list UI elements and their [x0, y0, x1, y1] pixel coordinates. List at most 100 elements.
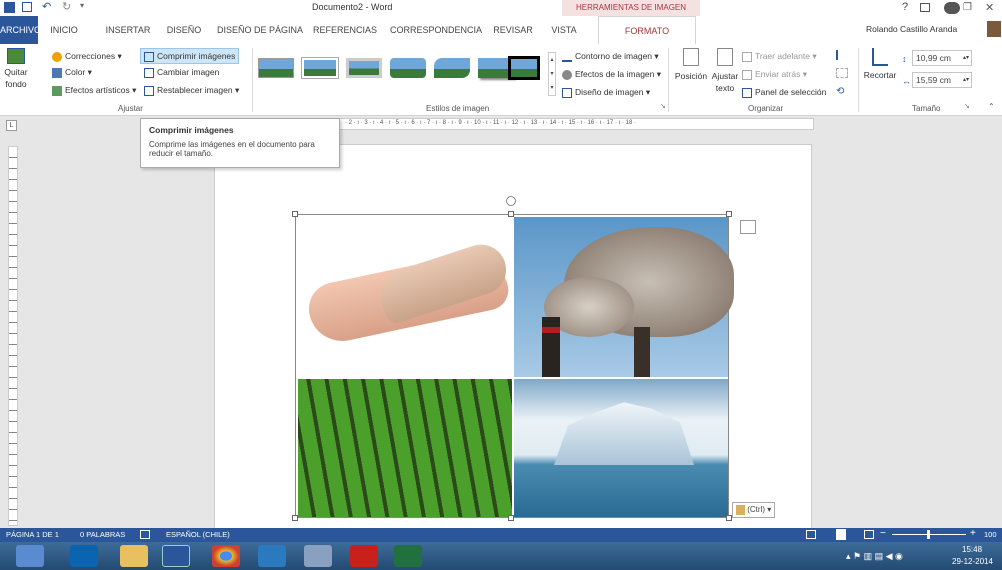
height-input[interactable]: 10,99 cm ▴▾	[912, 50, 972, 66]
gallery-scroll[interactable]: ▴ ▾ ▾	[548, 52, 556, 96]
lync-icon[interactable]	[258, 545, 286, 567]
recortar-button[interactable]: Recortar	[862, 48, 898, 81]
quitar-fondo-button[interactable]: Quitar fondo	[2, 48, 30, 100]
zoom-in-icon[interactable]: +	[970, 528, 976, 539]
align-icon[interactable]	[836, 50, 848, 60]
ribbon-display-icon[interactable]	[920, 3, 930, 12]
tab-diseno-pagina[interactable]: DISEÑO DE PÁGINA	[212, 16, 308, 44]
rotate-handle-icon[interactable]	[506, 196, 516, 206]
layout-options-icon[interactable]	[740, 220, 756, 234]
tab-referencias[interactable]: REFERENCIAS	[310, 16, 380, 44]
selection-handle[interactable]	[292, 211, 298, 217]
avatar[interactable]	[987, 21, 1001, 37]
read-mode-icon[interactable]	[806, 530, 816, 539]
restablecer-imagen-button[interactable]: Restablecer imagen ▾	[144, 84, 239, 96]
selection-handle[interactable]	[508, 515, 514, 521]
selection-handle[interactable]	[508, 211, 514, 217]
panel-seleccion-button[interactable]: Panel de selección	[742, 86, 826, 98]
ruler-corner[interactable]: L	[6, 120, 17, 131]
diseno-imagen-button[interactable]: Diseño de imagen ▾	[562, 86, 650, 98]
minimize-icon[interactable]	[944, 2, 960, 14]
tab-archivo[interactable]: ARCHIVO	[0, 16, 41, 44]
cambiar-imagen-button[interactable]: Cambiar imagen	[144, 66, 219, 78]
posicion-button[interactable]: Posición	[674, 48, 708, 82]
effects-icon	[562, 69, 572, 80]
help-icon[interactable]: ?	[902, 1, 908, 13]
tab-revisar[interactable]: REVISAR	[487, 16, 539, 44]
word-app-icon[interactable]	[4, 2, 15, 13]
color-icon	[52, 67, 62, 78]
close-icon[interactable]: ✕	[985, 1, 994, 14]
system-tray-icons[interactable]: ▴ ⚑ ▥ ▤ ◀ ◉	[846, 551, 903, 562]
picture-selection[interactable]	[295, 214, 734, 518]
tab-formato[interactable]: FORMATO	[598, 16, 696, 44]
contorno-imagen-button[interactable]: Contorno de imagen ▾	[562, 50, 659, 62]
ajustar-texto-button[interactable]: Ajustar texto	[708, 48, 742, 94]
size-launcher-icon[interactable]: ↘	[964, 102, 970, 110]
artistic-effects-icon	[52, 85, 62, 96]
selection-handle[interactable]	[292, 515, 298, 521]
picture-style-2[interactable]	[301, 57, 339, 79]
start-icon[interactable]	[16, 545, 44, 567]
efectos-imagen-button[interactable]: Efectos de la imagen ▾	[562, 68, 661, 80]
clock-date[interactable]: 29-12-2014	[952, 557, 993, 566]
user-name[interactable]: Rolando Castillo Aranda	[866, 24, 957, 34]
tab-vista[interactable]: VISTA	[544, 16, 584, 44]
document-area: L · 2 · ı · 3 · ı · 4 · ı · 5 · ı · 6 · …	[0, 116, 1002, 534]
pencil-icon	[562, 52, 572, 62]
picture-style-3[interactable]	[346, 58, 382, 78]
acrobat-icon[interactable]	[350, 545, 378, 567]
collapse-ribbon-icon[interactable]: ⌃	[988, 102, 995, 111]
vertical-ruler[interactable]	[8, 146, 18, 526]
clock-time[interactable]: 15:48	[962, 545, 982, 554]
zoom-out-icon[interactable]: −	[880, 528, 886, 539]
tab-inicio[interactable]: INICIO	[44, 16, 84, 44]
title-bar: ↶ ↻ ▾ Documento2 - Word HERRAMIENTAS DE …	[0, 0, 1002, 16]
print-layout-icon[interactable]	[836, 529, 846, 540]
photo-iceberg[interactable]	[514, 379, 728, 517]
file-explorer-icon[interactable]	[120, 545, 148, 567]
tab-diseno[interactable]: DISEÑO	[160, 16, 208, 44]
page-count[interactable]: PÁGINA 1 DE 1	[6, 530, 59, 539]
status-bar: PÁGINA 1 DE 1 0 PALABRAS ESPAÑOL (CHILE)…	[0, 528, 1002, 542]
picture-style-7[interactable]	[508, 56, 540, 80]
traer-adelante-button[interactable]: Traer adelante ▾	[742, 50, 817, 62]
zoom-slider[interactable]	[892, 530, 966, 539]
word-icon[interactable]	[162, 545, 190, 567]
picture-style-5[interactable]	[434, 58, 470, 78]
rotate-icon[interactable]: ⟲	[836, 86, 844, 97]
redo-icon[interactable]: ↻	[62, 0, 71, 13]
language[interactable]: ESPAÑOL (CHILE)	[166, 530, 230, 539]
color-button[interactable]: Color ▾	[52, 66, 92, 78]
comprimir-imagenes-button[interactable]: Comprimir imágenes	[140, 48, 240, 64]
tab-correspondencia[interactable]: CORRESPONDENCIA	[386, 16, 486, 44]
search-tool-icon[interactable]	[304, 545, 332, 567]
excel-icon[interactable]	[394, 545, 422, 567]
undo-icon[interactable]: ↶	[42, 0, 51, 13]
zoom-level[interactable]: 100	[984, 530, 997, 539]
tooltip: Comprimir imágenes Comprime las imágenes…	[140, 118, 340, 168]
picture-style-1[interactable]	[258, 58, 294, 78]
web-layout-icon[interactable]	[864, 530, 874, 539]
photo-hands[interactable]	[298, 217, 513, 377]
width-input[interactable]: 15,59 cm ▴▾	[912, 72, 972, 88]
enviar-atras-button[interactable]: Enviar atrás ▾	[742, 68, 807, 80]
restore-icon[interactable]: ❐	[963, 2, 972, 13]
outlook-icon[interactable]	[70, 545, 98, 567]
ribbon-tabs: ARCHIVO INICIO INSERTAR DISEÑO DISEÑO DE…	[0, 16, 1002, 44]
picture-style-4[interactable]	[390, 58, 426, 78]
group-icon[interactable]	[836, 68, 848, 78]
styles-launcher-icon[interactable]: ↘	[660, 102, 666, 110]
chrome-icon[interactable]	[212, 545, 240, 567]
save-icon[interactable]	[22, 2, 32, 12]
photo-smokestacks[interactable]	[514, 217, 734, 377]
photo-green-field[interactable]	[298, 379, 512, 517]
efectos-artisticos-button[interactable]: Efectos artísticos ▾	[52, 84, 136, 96]
proofing-icon[interactable]	[140, 530, 150, 539]
tab-insertar[interactable]: INSERTAR	[103, 16, 153, 44]
quick-access-dropdown-icon[interactable]: ▾	[80, 1, 84, 10]
selection-handle[interactable]	[726, 211, 732, 217]
word-count[interactable]: 0 PALABRAS	[80, 530, 125, 539]
correcciones-button[interactable]: Correcciones ▾	[52, 50, 122, 62]
paste-options-button[interactable]: (Ctrl) ▾	[732, 502, 776, 518]
